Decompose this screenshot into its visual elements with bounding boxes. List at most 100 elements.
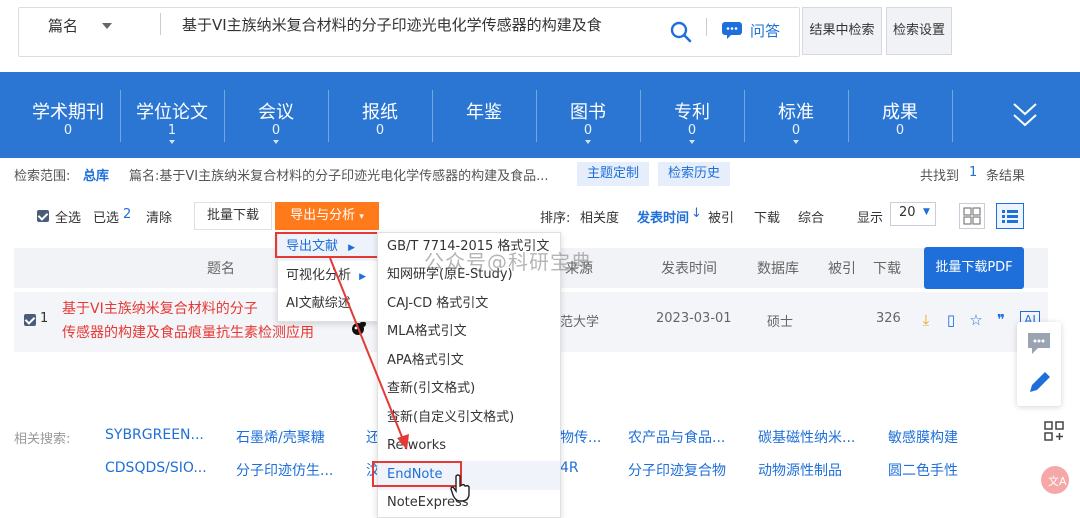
topic-custom-button[interactable]: 主题定制 xyxy=(577,162,650,186)
sort-overall[interactable]: 综合 xyxy=(798,207,824,226)
tab-count: 0 xyxy=(375,123,385,138)
tab-book[interactable]: 图书 0 xyxy=(536,72,640,158)
select-all-label[interactable]: 全选 xyxy=(55,207,81,226)
sort-download[interactable]: 下载 xyxy=(754,207,780,226)
related-link[interactable]: 碳基磁性纳米... xyxy=(758,427,855,447)
related-link[interactable]: 4R xyxy=(560,460,579,476)
related-link[interactable]: 石墨烯/壳聚糖 xyxy=(236,427,325,447)
tab-count: 0 xyxy=(687,123,697,138)
chevron-right-icon: ▶ xyxy=(359,272,367,282)
tab-count: 1 xyxy=(167,123,177,138)
tab-count: 0 xyxy=(791,123,801,138)
menu-item-mla[interactable]: MLA格式引文 xyxy=(378,318,560,347)
chat-icon[interactable] xyxy=(721,21,743,39)
tab-label: 学位论文 xyxy=(136,102,208,123)
menu-item-cajcd[interactable]: CAJ-CD 格式引文 xyxy=(378,290,560,319)
svg-text:文A: 文A xyxy=(1048,474,1067,488)
related-link[interactable]: 农产品与食品... xyxy=(628,427,725,447)
tab-newspaper[interactable]: 报纸 0 xyxy=(328,72,432,158)
search-settings-button[interactable]: 检索设置 xyxy=(886,7,952,55)
menu-item-apa[interactable]: APA格式引文 xyxy=(378,347,560,376)
related-link[interactable]: 敏感膜构建 xyxy=(888,427,958,447)
scope-db[interactable]: 总库 xyxy=(83,165,109,184)
related-link[interactable]: CDSQDS/SIO... xyxy=(105,460,207,476)
select-all-checkbox[interactable] xyxy=(37,210,49,222)
caret-down-icon xyxy=(169,140,175,144)
menu-item-chaxin[interactable]: 查新(引文格式) xyxy=(378,375,560,404)
selected-count: 2 xyxy=(123,207,132,222)
export-analyze-button[interactable]: 导出与分析 ▾ xyxy=(275,202,379,230)
result-database: 硕士 xyxy=(767,315,794,330)
wenda-link[interactable]: 问答 xyxy=(750,20,780,41)
quote-icon[interactable]: ❞ xyxy=(992,311,1010,329)
apps-grid-icon[interactable] xyxy=(1043,420,1065,442)
scope-condition: 篇名:基于VI主族纳米复合材料的分子印迹光电化学传感器的构建及食品... xyxy=(129,169,549,184)
related-link[interactable]: 动物源性制品 xyxy=(758,460,842,480)
divider xyxy=(706,18,707,36)
page-size-value: 20 xyxy=(899,205,916,220)
download-icon[interactable]: ⤓ xyxy=(917,311,935,329)
tab-count: 0 xyxy=(583,123,593,138)
result-title-line2[interactable]: 传感器的构建及食品痕量抗生素检测应用 xyxy=(62,322,314,342)
search-input[interactable]: 基于VI主族纳米复合材料的分子印迹光电化学传感器的构建及食 xyxy=(182,14,612,35)
menu-item-chaxin-custom[interactable]: 查新(自定义引文格式) xyxy=(378,404,560,433)
tab-achievement[interactable]: 成果 0 xyxy=(848,72,952,158)
col-cited: 被引 xyxy=(828,261,856,277)
related-link[interactable]: 分子印迹仿生... xyxy=(236,460,333,480)
result-source[interactable]: 范大学 xyxy=(560,311,599,330)
tab-count: 0 xyxy=(63,123,73,138)
watermark: 公众号@科研宝典 xyxy=(424,250,592,274)
tab-standard[interactable]: 标准 0 xyxy=(744,72,848,158)
floating-tools xyxy=(1017,322,1061,406)
sort-relevance[interactable]: 相关度 xyxy=(580,207,619,226)
related-link[interactable]: 分子印迹复合物 xyxy=(628,460,726,480)
sort-cited[interactable]: 被引 xyxy=(708,207,734,226)
search-in-results-button[interactable]: 结果中检索 xyxy=(802,7,882,55)
read-book-icon[interactable]: ▯ xyxy=(942,311,960,329)
clear-button[interactable]: 清除 xyxy=(146,207,172,226)
page-size-select[interactable]: 20 ▼ xyxy=(890,202,936,226)
tab-yearbook[interactable]: 年鉴 xyxy=(432,72,536,158)
category-nav: 学术期刊 0 学位论文 1 会议 0 报纸 0 年鉴 图书 0 专利 0 标准 … xyxy=(0,72,1080,158)
search-field-select[interactable]: 篇名 xyxy=(48,15,78,36)
tab-label: 会议 xyxy=(258,102,294,123)
related-link[interactable]: 物传... xyxy=(560,427,601,447)
tab-label: 学术期刊 xyxy=(32,102,104,123)
search-history-button[interactable]: 检索历史 xyxy=(658,162,731,186)
tab-thesis[interactable]: 学位论文 1 xyxy=(120,72,224,158)
grid-view-icon[interactable] xyxy=(959,203,985,229)
found-suffix: 条结果 xyxy=(986,169,1026,184)
chevron-down-icon: ▼ xyxy=(923,207,930,217)
result-title-line1[interactable]: 基于VI主族纳米复合材料的分子 xyxy=(62,298,258,318)
hand-cursor-icon xyxy=(450,474,470,502)
menu-ai-review[interactable]: AI文献综述 xyxy=(278,290,378,318)
related-link[interactable]: 圆二色手性 xyxy=(888,460,958,480)
pencil-icon[interactable] xyxy=(1026,368,1052,396)
menu-item-refworks[interactable]: Refworks xyxy=(378,432,560,461)
tab-patent[interactable]: 专利 0 xyxy=(640,72,744,158)
col-downloads: 下载 xyxy=(873,261,901,277)
search-icon[interactable] xyxy=(669,20,693,44)
tab-conference[interactable]: 会议 0 xyxy=(224,72,328,158)
batch-download-button[interactable]: 批量下载 xyxy=(194,202,272,230)
list-view-icon[interactable] xyxy=(996,203,1024,229)
related-link[interactable]: SYBRGREEN... xyxy=(105,427,204,443)
favorite-star-icon[interactable]: ☆ xyxy=(967,311,985,329)
network-node-icon[interactable] xyxy=(351,320,367,336)
menu-item-label: 可视化分析 xyxy=(286,268,352,283)
comment-icon[interactable] xyxy=(1025,330,1053,356)
expand-chevron-icon[interactable] xyxy=(1011,100,1039,130)
sort-date[interactable]: 发表时间 xyxy=(637,207,689,226)
menu-visual-analysis[interactable]: 可视化分析 ▶ xyxy=(278,262,378,290)
tab-label: 图书 xyxy=(570,102,606,123)
tab-label: 成果 xyxy=(882,102,918,123)
translate-icon[interactable]: 文A xyxy=(1040,465,1070,495)
tab-journal[interactable]: 学术期刊 0 xyxy=(16,72,120,158)
result-date: 2023-03-01 xyxy=(656,311,732,326)
chevron-down-icon[interactable] xyxy=(102,23,112,29)
batch-download-pdf-button[interactable]: 批量下载PDF xyxy=(924,247,1024,289)
export-label: 导出与分析 xyxy=(290,208,356,223)
row-checkbox[interactable] xyxy=(24,314,36,326)
tab-label: 标准 xyxy=(778,102,814,123)
chevron-down-icon: ▾ xyxy=(359,212,364,222)
